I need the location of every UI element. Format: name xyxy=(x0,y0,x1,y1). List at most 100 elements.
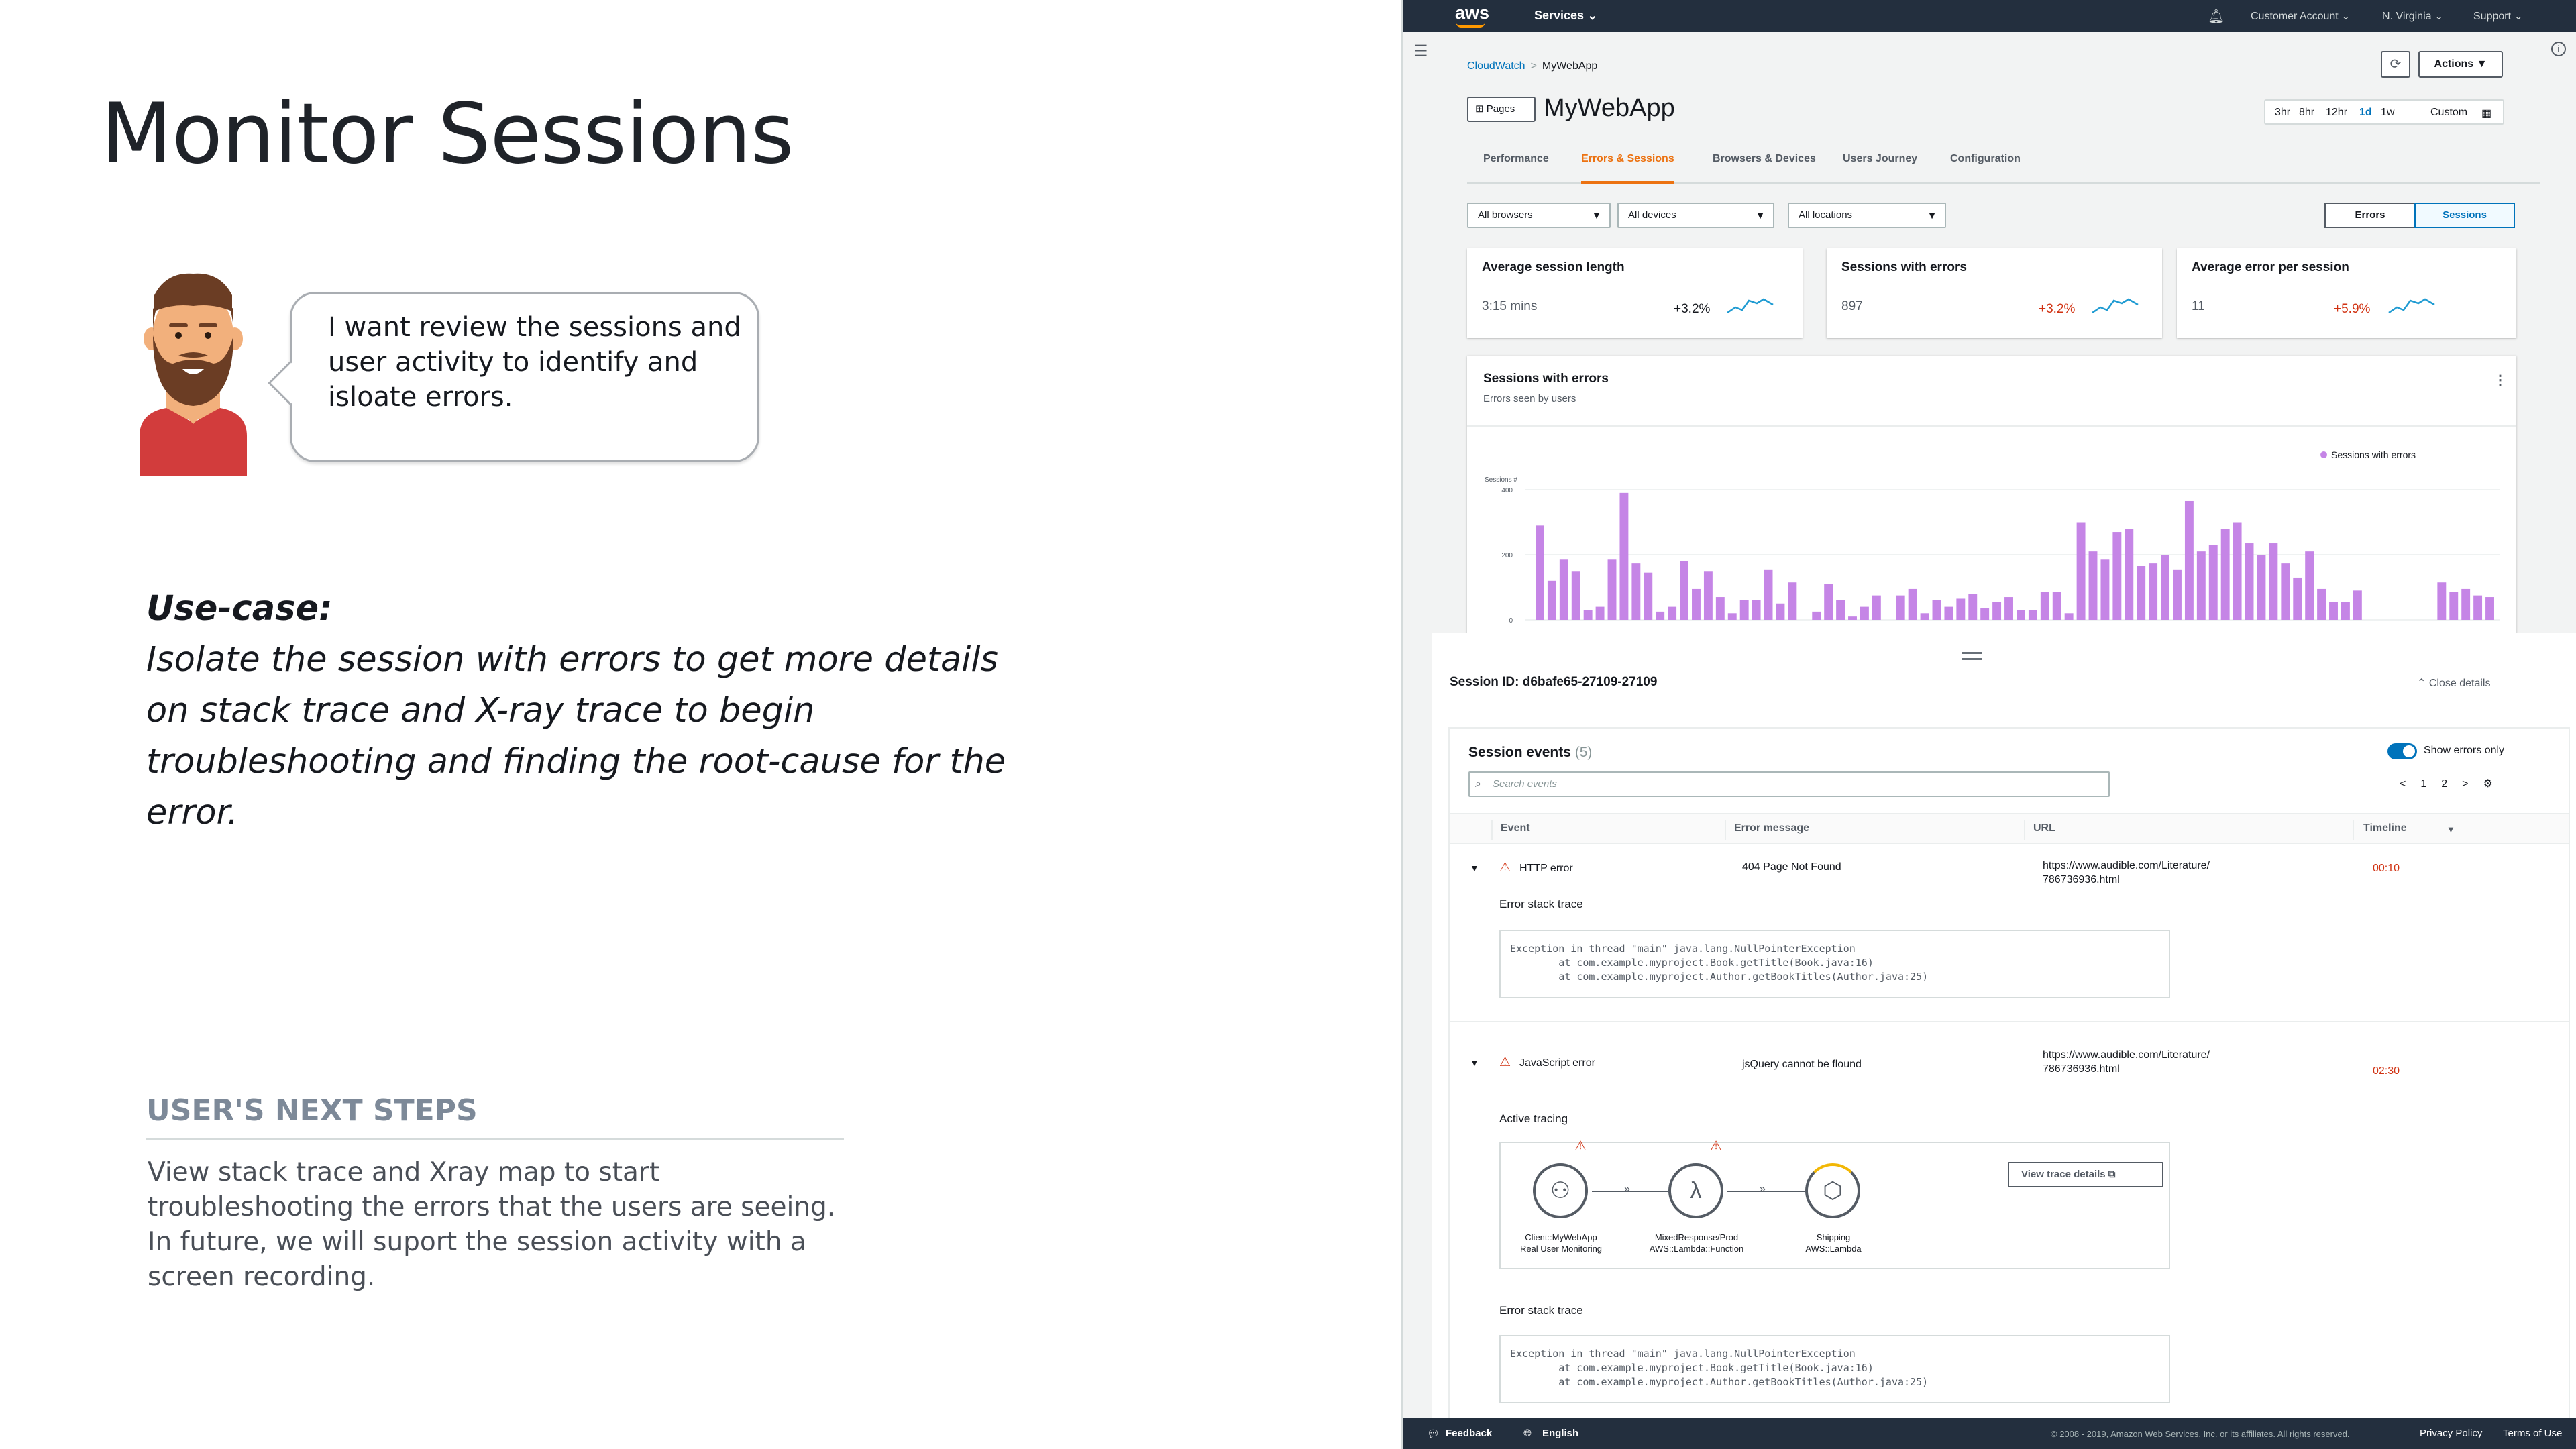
chart-bar xyxy=(1908,588,1917,620)
chart-bar xyxy=(2485,597,2494,620)
chart-bar xyxy=(1631,563,1641,620)
terms-of-use-link[interactable]: Terms of Use xyxy=(2503,1428,2562,1439)
refresh-button[interactable]: ⟳ xyxy=(2381,51,2410,78)
time-option-8hr[interactable]: 8hr xyxy=(2299,107,2314,119)
tab-errors-sessions[interactable]: Errors & Sessions xyxy=(1581,153,1674,184)
pages-button[interactable]: ⊞ Pages xyxy=(1467,97,1536,122)
show-errors-only-toggle[interactable] xyxy=(2387,743,2417,759)
lambda-icon[interactable]: λ xyxy=(1668,1163,1723,1218)
kpi-value: 897 xyxy=(1841,299,1863,313)
page-1[interactable]: 1 xyxy=(2420,778,2426,790)
expand-caret-icon[interactable]: ▼ xyxy=(1470,1057,1479,1068)
time-option-12hr[interactable]: 12hr xyxy=(2326,107,2347,119)
region-menu[interactable]: N. Virginia ⌄ xyxy=(2382,9,2443,23)
chevron-left-icon[interactable]: < xyxy=(2400,778,2406,790)
search-events-input[interactable]: ⌕ Search events xyxy=(1468,771,2110,797)
segment-errors[interactable]: Errors xyxy=(2324,203,2416,228)
aws-logo[interactable]: aws xyxy=(1455,3,1489,23)
feedback-link[interactable]: Feedback xyxy=(1446,1428,1492,1439)
chart-bar xyxy=(1788,582,1797,620)
chart-bar xyxy=(1607,559,1617,620)
use-case-body: Isolate the session with errors to get m… xyxy=(146,640,1006,833)
actions-button[interactable]: Actions ▼ xyxy=(2418,51,2503,78)
hamburger-menu-icon[interactable]: ☰ xyxy=(1413,42,1428,61)
slide-title: Monitor Sessions xyxy=(101,86,794,182)
row-divider xyxy=(1450,1021,2569,1022)
chart-bar xyxy=(1812,611,1821,620)
hexagon-service-icon[interactable]: ⬡ xyxy=(1805,1163,1860,1218)
drag-handle-icon[interactable] xyxy=(1962,652,1982,660)
pagination: <1 2 > ⚙ xyxy=(2400,777,2493,790)
event-url[interactable]: https://www.audible.com/Literature/78673… xyxy=(2043,859,2271,887)
devices-filter[interactable]: All devices ▼ xyxy=(1617,203,1774,228)
breadcrumb-separator: > xyxy=(1530,60,1537,72)
column-header-timeline[interactable]: Timeline xyxy=(2363,822,2407,835)
tab-performance[interactable]: Performance xyxy=(1483,153,1549,184)
event-timeline: 00:10 xyxy=(2373,863,2400,874)
tab-configuration[interactable]: Configuration xyxy=(1950,153,2021,184)
chart-bar xyxy=(2100,559,2110,620)
next-steps-divider xyxy=(146,1138,844,1140)
session-events-title: Session events (5) xyxy=(1468,745,1592,761)
user-monitoring-icon[interactable]: ⚇ xyxy=(1533,1163,1588,1218)
time-option-custom[interactable]: Custom xyxy=(2430,107,2467,119)
browsers-filter[interactable]: All browsers ▼ xyxy=(1467,203,1611,228)
warning-icon: ⚠ xyxy=(1499,861,1511,875)
kpi-card-sessions-with-errors: Sessions with errors 897 +3.2% xyxy=(1827,248,2162,338)
expand-caret-icon[interactable]: ▼ xyxy=(1470,863,1479,873)
column-header-event[interactable]: Event xyxy=(1501,822,1530,835)
time-option-3hr[interactable]: 3hr xyxy=(2275,107,2290,119)
column-header-error-message[interactable]: Error message xyxy=(1734,822,1809,835)
time-option-1w[interactable]: 1w xyxy=(2381,107,2394,119)
close-details-link[interactable]: ⌃ Close details xyxy=(2417,676,2490,690)
active-tracing-label: Active tracing xyxy=(1499,1112,1568,1125)
aws-logo-smile-icon xyxy=(1456,22,1485,28)
chart-bar xyxy=(1836,600,1845,620)
trace-node-label: Shipping AWS::Lambda xyxy=(1766,1232,1900,1254)
info-icon[interactable]: i xyxy=(2551,42,2566,56)
services-menu[interactable]: Services ⌄ xyxy=(1534,9,1597,23)
chart-bar xyxy=(2196,551,2206,620)
notification-bell-icon[interactable]: 🔔︎ xyxy=(2208,8,2224,25)
trace-map-wrapper: ⚇ ⚠ Client::MyWebApp Real User Monitoring… xyxy=(1450,1139,2569,1276)
chart-bar xyxy=(1739,600,1749,620)
column-header-url[interactable]: URL xyxy=(2033,822,2055,835)
slide: Monitor Sessions I want review the sessi… xyxy=(0,0,2576,1449)
locations-filter-value: All locations xyxy=(1799,209,1853,221)
privacy-policy-link[interactable]: Privacy Policy xyxy=(2420,1428,2482,1439)
settings-gear-icon[interactable]: ⚙ xyxy=(2483,778,2493,790)
chart-bar xyxy=(1547,580,1556,620)
copyright-text: © 2008 - 2019, Amazon Web Services, Inc.… xyxy=(2051,1429,2350,1439)
account-menu[interactable]: Customer Account ⌄ xyxy=(2251,9,2351,23)
chart-bar xyxy=(2004,597,2013,620)
chart-bar xyxy=(2437,582,2447,620)
event-url[interactable]: https://www.audible.com/Literature/78673… xyxy=(2043,1048,2271,1076)
segment-sessions[interactable]: Sessions xyxy=(2414,203,2515,228)
tab-users-journey[interactable]: Users Journey xyxy=(1843,153,1917,184)
event-url-line1: https://www.audible.com/Literature/ xyxy=(2043,1049,2210,1061)
chevron-right-icon[interactable]: > xyxy=(2462,778,2468,790)
event-timeline: 02:30 xyxy=(2373,1065,2400,1077)
node-label-line1: Shipping xyxy=(1816,1232,1851,1242)
chart-bar xyxy=(2473,595,2483,620)
chart-bar xyxy=(2137,566,2146,620)
chart-bar xyxy=(1619,492,1629,620)
calendar-icon[interactable]: ▦ xyxy=(2481,107,2491,120)
y-tick-label: 200 xyxy=(1501,552,1513,559)
chart-bar xyxy=(2184,500,2194,620)
page-title: MyWebApp xyxy=(1544,94,1675,122)
tab-browsers-devices[interactable]: Browsers & Devices xyxy=(1713,153,1816,184)
breadcrumb-cloudwatch[interactable]: CloudWatch xyxy=(1467,60,1525,72)
warning-icon: ⚠ xyxy=(1710,1139,1722,1154)
language-selector[interactable]: English xyxy=(1542,1428,1578,1439)
view-trace-details-button[interactable]: View trace details ⧉ xyxy=(2008,1162,2163,1187)
chart-bar xyxy=(2028,610,2037,620)
page-2[interactable]: 2 xyxy=(2441,778,2447,790)
support-menu[interactable]: Support ⌄ xyxy=(2473,9,2523,23)
chart-bar xyxy=(1776,603,1785,620)
kpi-card-session-length: Average session length 3:15 mins +3.2% xyxy=(1467,248,1803,338)
sort-caret-icon[interactable]: ▼ xyxy=(2447,824,2455,835)
time-option-1d[interactable]: 1d xyxy=(2359,107,2372,119)
locations-filter[interactable]: All locations ▼ xyxy=(1788,203,1946,228)
chart-bar xyxy=(2329,602,2338,620)
